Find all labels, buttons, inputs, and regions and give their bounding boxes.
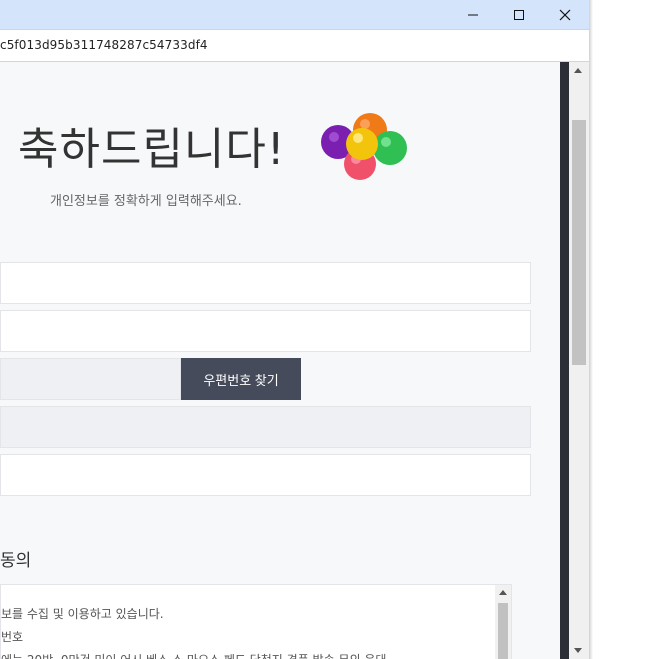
- name-field[interactable]: [0, 262, 531, 304]
- page-content: 축하드립니다! 개인정보를 정확하게 입력해주세요. 우편번호 찾기 동의 보를…: [0, 62, 560, 659]
- consent-line: 번호: [1, 630, 24, 644]
- page-scrollbar[interactable]: [569, 62, 589, 659]
- consent-line: 에는 20박 ,0만건 미이 어시 베스 스 마으스 페드 당첨지 경품 발송 …: [1, 651, 386, 659]
- minimize-button[interactable]: [450, 0, 496, 29]
- minimize-icon: [468, 14, 478, 15]
- page-scroll-thumb[interactable]: [572, 120, 586, 365]
- consent-title: 동의: [0, 551, 32, 571]
- maximize-button[interactable]: [496, 0, 542, 29]
- scroll-up-arrow-icon[interactable]: [574, 68, 582, 73]
- consent-scroll-thumb[interactable]: [498, 603, 508, 659]
- heading-row: 축하드립니다!: [18, 110, 286, 180]
- url-text[interactable]: c5f013d95b311748287c54733df4: [0, 38, 208, 52]
- scroll-down-arrow-icon[interactable]: [574, 648, 582, 653]
- phone-field[interactable]: [0, 310, 531, 352]
- balloons-icon: [321, 113, 407, 180]
- close-button[interactable]: [542, 0, 588, 29]
- subtitle: 개인정보를 정확하게 입력해주세요.: [50, 194, 242, 209]
- consent-line: 보를 수집 및 이용하고 있습니다.: [1, 607, 164, 621]
- postcode-search-button[interactable]: 우편번호 찾기: [181, 358, 301, 400]
- postcode-field[interactable]: [0, 358, 181, 400]
- consent-text-box[interactable]: 보를 수집 및 이용하고 있습니다. 번호 에는 20박 ,0만건 미이 어시 …: [0, 584, 512, 659]
- close-icon: [559, 9, 571, 20]
- window-shadow: [589, 0, 593, 659]
- side-panel-edge: [560, 62, 569, 659]
- address-detail-field[interactable]: [0, 454, 531, 496]
- maximize-icon: [514, 9, 524, 20]
- page-title: 축하드립니다!: [18, 124, 286, 175]
- scroll-up-arrow-icon[interactable]: [499, 590, 507, 595]
- title-bar: [0, 0, 589, 29]
- address-field[interactable]: [0, 406, 531, 448]
- browser-window: c5f013d95b311748287c54733df4 축하드립니다! 개인정…: [0, 0, 589, 659]
- consent-scrollbar[interactable]: [495, 585, 511, 659]
- address-bar[interactable]: c5f013d95b311748287c54733df4: [0, 29, 589, 62]
